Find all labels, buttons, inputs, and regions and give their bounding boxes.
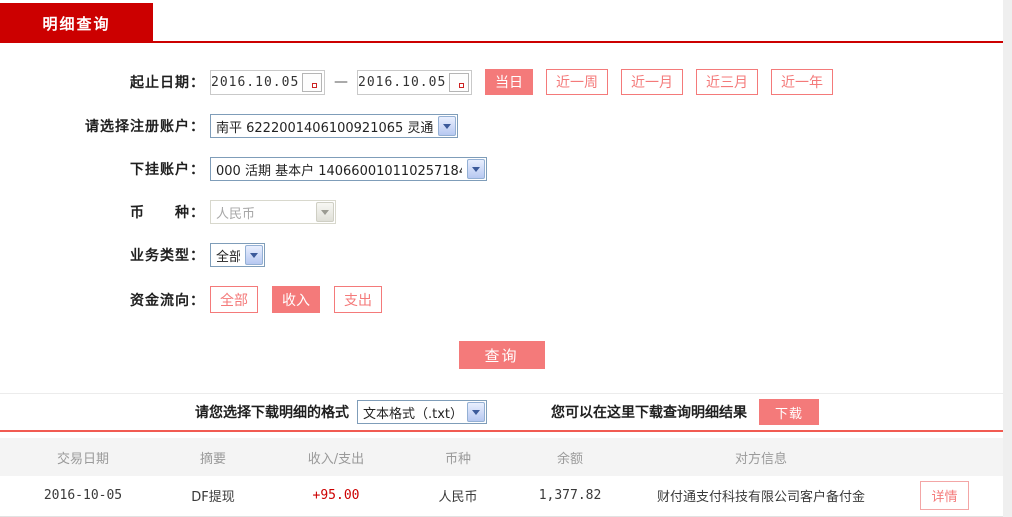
table-row: 2016-10-05 DF提现 +95.00 人民币 1,377.82 财付通支… [0, 476, 1003, 517]
cell-counterparty: 财付通支付科技有限公司客户备付金 [636, 476, 886, 517]
chevron-down-icon[interactable] [467, 159, 485, 179]
download-button[interactable]: 下载 [759, 399, 819, 425]
register-account-row: 请选择注册账户： 南平 6222001406100921065 灵通卡 [0, 114, 1003, 138]
sub-account-value: 000 活期 基本户 1406600101102571848 [216, 163, 462, 179]
header-currency: 币种 [412, 438, 504, 476]
download-format-value: 文本格式（.txt） [363, 406, 462, 422]
business-type-value: 全部 [216, 249, 240, 265]
cell-currency: 人民币 [412, 476, 504, 517]
register-account-select[interactable]: 南平 6222001406100921065 灵通卡 [210, 114, 458, 138]
chevron-down-icon[interactable] [467, 402, 485, 422]
range-button-week[interactable]: 近一周 [546, 69, 608, 95]
chevron-down-icon[interactable] [245, 245, 263, 265]
detail-button[interactable]: 详情 [920, 481, 969, 511]
header-trade-date: 交易日期 [0, 438, 166, 476]
query-button-row: 查询 [0, 332, 1003, 393]
business-type-select[interactable]: 全部 [210, 243, 265, 267]
query-form: 起止日期： — 当日 近一周 近一月 近三月 近一年 请选择注册账户： [0, 43, 1003, 393]
flow-button-expense[interactable]: 支出 [334, 286, 382, 313]
fund-flow-row: 资金流向： 全部 收入 支出 [0, 286, 1003, 313]
date-separator: — [334, 74, 348, 90]
download-bar: 请您选择下载明细的格式 文本格式（.txt） 您可以在这里下载查询明细结果 下载 [0, 393, 1003, 430]
chevron-down-icon[interactable] [438, 116, 456, 136]
currency-row: 币 种： 人民币 [0, 200, 1003, 224]
header-balance: 余额 [504, 438, 636, 476]
cell-action: 详情 [886, 476, 1003, 517]
business-type-label: 业务类型： [130, 248, 205, 264]
flow-button-income[interactable]: 收入 [272, 286, 320, 313]
register-account-value: 南平 6222001406100921065 灵通卡 [216, 120, 433, 136]
calendar-icon[interactable] [449, 72, 469, 92]
range-button-today[interactable]: 当日 [485, 69, 533, 95]
cell-trade-date: 2016-10-05 [0, 476, 166, 517]
currency-select: 人民币 [210, 200, 336, 224]
business-type-row: 业务类型： 全部 [0, 243, 1003, 267]
tab-bar: 明细查询 [0, 0, 1003, 43]
range-button-year[interactable]: 近一年 [771, 69, 833, 95]
sub-account-select[interactable]: 000 活期 基本户 1406600101102571848 [210, 157, 487, 181]
cell-summary: DF提现 [166, 476, 260, 517]
download-format-label: 请您选择下载明细的格式 [195, 405, 349, 421]
header-counterparty: 对方信息 [636, 438, 886, 476]
date-range-row: 起止日期： — 当日 近一周 近一月 近三月 近一年 [0, 69, 1003, 95]
range-button-month[interactable]: 近一月 [621, 69, 683, 95]
flow-button-all[interactable]: 全部 [210, 286, 258, 313]
sub-account-label: 下挂账户： [130, 162, 205, 178]
chevron-down-icon [316, 202, 334, 222]
calendar-icon[interactable] [302, 72, 322, 92]
register-account-label: 请选择注册账户： [85, 119, 205, 135]
date-to-field[interactable] [357, 69, 472, 95]
header-summary: 摘要 [166, 438, 260, 476]
date-to-input[interactable] [358, 74, 446, 90]
date-from-field[interactable] [210, 69, 325, 95]
currency-value: 人民币 [216, 206, 256, 222]
sub-account-row: 下挂账户： 000 活期 基本户 1406600101102571848 [0, 157, 1003, 181]
result-table: 交易日期 摘要 收入/支出 币种 余额 对方信息 2016-10-05 DF提现… [0, 438, 1003, 517]
fund-flow-label: 资金流向： [130, 292, 205, 309]
header-action [886, 438, 1003, 476]
cell-balance: 1,377.82 [504, 476, 636, 517]
download-format-select[interactable]: 文本格式（.txt） [357, 400, 487, 424]
download-hint: 您可以在这里下载查询明细结果 [551, 405, 747, 421]
tab-detail-query[interactable]: 明细查询 [0, 3, 153, 43]
cell-amount: +95.00 [260, 476, 412, 517]
table-header-row: 交易日期 摘要 收入/支出 币种 余额 对方信息 [0, 438, 1003, 476]
header-income-expense: 收入/支出 [260, 438, 412, 476]
query-button[interactable]: 查询 [458, 341, 545, 369]
currency-label: 币 种： [130, 205, 205, 221]
range-button-quarter[interactable]: 近三月 [696, 69, 758, 95]
date-from-input[interactable] [211, 74, 299, 90]
detail-query-page: 明细查询 起止日期： — 当日 近一周 近一月 近三月 近一年 [0, 0, 1003, 517]
date-range-label: 起止日期： [130, 75, 205, 91]
